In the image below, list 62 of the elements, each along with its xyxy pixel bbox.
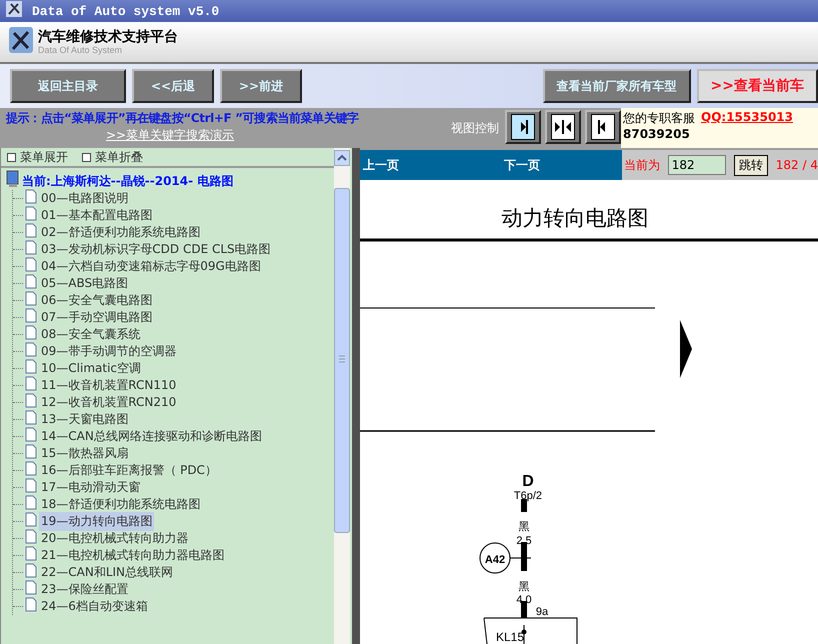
arrowhead-marker: [680, 320, 692, 378]
tree-item[interactable]: 16—后部驻车距离报警（ PDC）: [39, 461, 219, 480]
menu-toggle[interactable]: 菜单折叠: [82, 148, 143, 166]
terminal-label: KL15: [496, 630, 524, 644]
view-button[interactable]: [545, 110, 581, 144]
nav-button[interactable]: >>前进: [220, 69, 302, 103]
document-title: 动力转向电路图: [502, 206, 648, 230]
component-marker: [480, 542, 510, 574]
nav-button[interactable]: <<后退: [132, 69, 214, 103]
menu-toggle[interactable]: 菜单展开: [7, 148, 68, 166]
app-subtitle: Data Of Auto System: [38, 44, 124, 56]
component-label: A42: [484, 554, 506, 566]
view-button[interactable]: [505, 110, 541, 144]
tree-item[interactable]: 20—电控机械式转向助力器: [39, 529, 190, 548]
page-input[interactable]: 182: [668, 155, 726, 175]
tree-item[interactable]: 08—安全气囊系统: [39, 325, 142, 344]
next-page-link[interactable]: 下一页: [504, 156, 540, 174]
view-button[interactable]: [585, 110, 621, 144]
tree-root-label: 当前:上海斯柯达--晶锐--2014- 电路图: [22, 172, 234, 190]
tree-item[interactable]: 17—电动滑动天窗: [39, 478, 142, 497]
app-title: 汽车维修技术支持平台: [38, 28, 178, 44]
model-button[interactable]: 查看当前厂家所有车型: [542, 69, 691, 103]
scrollbar-track[interactable]: [334, 148, 350, 644]
support-number: 87039205: [623, 127, 691, 141]
prev-page-link[interactable]: 上一页: [363, 156, 399, 174]
tree-item[interactable]: 24—6档自动变速箱: [39, 597, 150, 616]
page-label: 当前为: [624, 156, 660, 174]
scroll-up-button[interactable]: [334, 150, 350, 166]
tree-item[interactable]: 21—电控机械式转向助力器电路图: [39, 546, 226, 565]
tree-item[interactable]: 05—ABS电路图: [39, 274, 130, 293]
tree-item[interactable]: 23—保险丝配置: [39, 580, 130, 599]
tree-item[interactable]: 19—动力转向电路图: [39, 512, 154, 531]
scroll-thumb[interactable]: [334, 188, 350, 533]
tree-item[interactable]: 04—六档自动变速箱标志字母09G电路图: [39, 257, 263, 276]
wire-color-label: 黑: [518, 581, 530, 593]
tree-item[interactable]: 01—基本配置电路图: [39, 206, 154, 225]
tree-item[interactable]: 11—收音机装置RCN110: [39, 376, 178, 395]
tree-item[interactable]: 13—天窗电路图: [39, 410, 130, 429]
tree-item[interactable]: 14—CAN总线网络连接驱动和诊断电路图: [39, 427, 264, 446]
tree-item[interactable]: 00—电路图说明: [39, 189, 130, 208]
hint-text: 提示：点击“菜单展开”再在键盘按“Ctrl+F ”可搜索当前菜单关键字: [6, 110, 359, 127]
tree-item[interactable]: 15—散热器风扇: [39, 444, 130, 463]
tree-item[interactable]: 02—舒适便利功能系统电路图: [39, 223, 202, 242]
pin-label: T6p/2: [514, 490, 542, 502]
tree-item[interactable]: 06—安全气囊电路图: [39, 291, 154, 310]
qq-link[interactable]: QQ:15535013: [701, 110, 793, 127]
tree-item[interactable]: 09—带手动调节的空调器: [39, 342, 178, 361]
pin-label: 9a: [536, 606, 548, 618]
tree-item[interactable]: 22—CAN和LIN总线联网: [39, 563, 176, 582]
tree-item[interactable]: 18—舒适便利功能系统电路图: [39, 495, 202, 514]
support-label: 您的专职客服: [623, 110, 695, 127]
connector-label: D: [522, 473, 534, 490]
window-title: Data of Auto system v5.0: [32, 4, 220, 18]
page-count: 182 / 4: [776, 158, 818, 172]
nav-button[interactable]: 返回主目录: [10, 69, 126, 103]
jump-button[interactable]: 跳转: [734, 154, 768, 176]
tree-item[interactable]: 10—Climatic空调: [39, 359, 143, 378]
tree-item[interactable]: 07—手动空调电路图: [39, 308, 154, 327]
view-control-label: 视图控制: [451, 120, 499, 137]
tree-item[interactable]: 03—发动机标识字母CDD CDE CLS电路图: [39, 240, 273, 259]
wire-color-label: 黑: [518, 521, 530, 533]
tree-item[interactable]: 12—收音机装置RCN210: [39, 393, 178, 412]
